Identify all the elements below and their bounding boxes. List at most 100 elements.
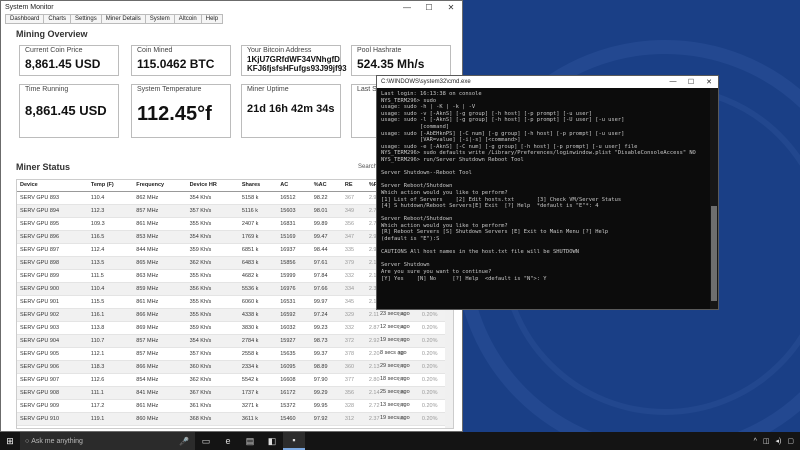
search-label: Search: [357, 163, 377, 170]
chevron-up-icon[interactable]: ^: [754, 438, 757, 445]
close-button[interactable]: ✕: [440, 3, 462, 12]
table-cell: SERV GPU 907: [17, 373, 88, 387]
table-cell: 113.5: [87, 256, 134, 270]
cortana-search[interactable]: ○ Ask me anything 🎤: [20, 432, 195, 450]
card-value: 1KjU7GRfdWF34VNhgfD KFJ6fjsfsHFufgs93J99…: [247, 55, 347, 73]
table-cell: 6060 k: [238, 295, 278, 309]
table-cell: 117.2: [87, 399, 134, 413]
terminal-line: NYS_TERM296> run/Server Shutdown Reboot …: [381, 156, 524, 163]
table-cell: 15635: [277, 347, 311, 361]
cmd-minimize-button[interactable]: —: [664, 78, 682, 86]
column-header[interactable]: Temp (F): [87, 180, 134, 192]
cmd-close-button[interactable]: ✕: [700, 78, 718, 86]
file-explorer-icon[interactable]: ▤: [239, 432, 261, 450]
terminal-line: usage: sudo -l [-AknS] [-g group] [-h ho…: [381, 117, 625, 124]
terminal-line: usage: sudo [-AbEHknPS] [-C num] [-g gro…: [381, 130, 625, 137]
table-cell: 16937: [277, 243, 311, 257]
table-cell: 853 MHz: [133, 230, 187, 244]
last-seen-cell: 13 secs ago: [380, 402, 410, 408]
terminal-line: usage: sudo -e [-AknS] [-C num] [-g grou…: [381, 143, 638, 150]
table-cell: 98.22: [310, 191, 342, 205]
table-cell: 356 Kh/s: [186, 282, 239, 296]
task-view-icon[interactable]: ▭: [195, 432, 217, 450]
network-icon[interactable]: ◫: [763, 437, 770, 445]
table-cell: 356: [341, 217, 366, 231]
card-label: Pool Hashrate: [357, 47, 402, 54]
table-cell: 347: [341, 230, 366, 244]
table-cell: 312: [341, 412, 366, 426]
table-cell: 15603: [277, 204, 311, 218]
table-cell: 112.6: [87, 373, 134, 387]
menu-charts[interactable]: Charts: [43, 14, 71, 24]
cmd-scrollbar-thumb[interactable]: [711, 206, 717, 301]
table-cell: 15999: [277, 269, 311, 283]
menu-settings[interactable]: Settings: [70, 14, 101, 24]
column-header[interactable]: %AC: [310, 180, 342, 192]
table-cell: 15927: [277, 334, 311, 348]
card-pool-hashrate: Pool Hashrate 524.35 Mh/s: [351, 45, 451, 76]
menu-miner-details[interactable]: Miner Details: [100, 14, 145, 24]
cmd-scrollbar[interactable]: [710, 88, 718, 309]
column-header[interactable]: AC: [277, 180, 311, 192]
table-cell: 4338 k: [238, 308, 278, 322]
table-cell: 857 MHz: [133, 347, 187, 361]
table-cell: 16531: [277, 295, 311, 309]
terminal-line: [4] S hutdown/Reboot Servers[E] Exit [?]…: [381, 203, 599, 210]
column-header[interactable]: RE: [341, 180, 366, 192]
menu-system[interactable]: System: [144, 14, 174, 24]
store-icon[interactable]: ◧: [261, 432, 283, 450]
last-seen-cell: 19 secs ago: [380, 415, 410, 421]
card-label: Current Coin Price: [25, 47, 83, 54]
table-cell: 349: [341, 204, 366, 218]
card-system-temperature: System Temperature 112.45°f: [131, 84, 231, 138]
table-cell: 1769 k: [238, 230, 278, 244]
terminal-line: Server Shutdown: [381, 262, 430, 269]
maximize-button[interactable]: ☐: [418, 3, 440, 12]
table-cell: 2784 k: [238, 334, 278, 348]
column-header[interactable]: Device HR: [186, 180, 239, 192]
microphone-icon[interactable]: 🎤: [179, 437, 189, 446]
windows-start-icon[interactable]: ⊞: [0, 432, 20, 450]
column-header[interactable]: Shares: [238, 180, 278, 192]
table-cell: 98.01: [310, 204, 342, 218]
card-bitcoin-address: Your Bitcoin Address 1KjU7GRfdWF34VNhgfD…: [241, 45, 347, 76]
edge-icon[interactable]: e: [217, 432, 239, 450]
table-cell: 110.7: [87, 334, 134, 348]
cmd-maximize-button[interactable]: ☐: [682, 78, 700, 86]
table-cell: 112.1: [87, 347, 134, 361]
table-cell: 113.8: [87, 321, 134, 335]
card-value: 112.45°f: [137, 103, 212, 125]
card-value: 524.35 Mh/s: [357, 57, 425, 71]
table-cell: 97.84: [310, 269, 342, 283]
menu-altcoin[interactable]: Altcoin: [173, 14, 201, 24]
menu-help[interactable]: Help: [200, 14, 224, 24]
cmd-taskbar-icon[interactable]: ▪: [283, 432, 305, 450]
table-cell: 3611 k: [238, 412, 278, 426]
notifications-icon[interactable]: ▢: [787, 437, 794, 445]
last-seen-cell: 12 secs ago: [380, 324, 410, 330]
table-cell: 357 Kh/s: [186, 204, 239, 218]
table-cell: 118.3: [87, 360, 134, 374]
terminal-line: [1] List of Servers [2] Edit hosts.txt […: [381, 196, 622, 203]
card-label: Coin Mined: [137, 47, 173, 54]
table-cell: 109.3: [87, 217, 134, 231]
terminal-output[interactable]: Last login: 16:13:38 on console NYS_TERM2…: [377, 88, 718, 285]
column-header[interactable]: Frequency: [133, 180, 187, 192]
table-cell: 860 MHz: [133, 412, 187, 426]
menu-dashboard[interactable]: Dashboard: [5, 14, 44, 24]
volume-icon[interactable]: ◂): [776, 437, 782, 445]
table-cell: 345: [341, 295, 366, 309]
table-cell: 359 Kh/s: [186, 243, 239, 257]
minimize-button[interactable]: —: [396, 3, 418, 12]
table-cell: 99.97: [310, 295, 342, 309]
card-label: Time Running: [25, 86, 69, 93]
column-header[interactable]: Device: [17, 180, 88, 192]
table-cell: 866 MHz: [133, 308, 187, 322]
table-cell: 334: [341, 282, 366, 296]
table-cell: 98.89: [310, 360, 342, 374]
card-value: 115.0462 BTC: [137, 57, 215, 71]
table-cell: 116.1: [87, 308, 134, 322]
